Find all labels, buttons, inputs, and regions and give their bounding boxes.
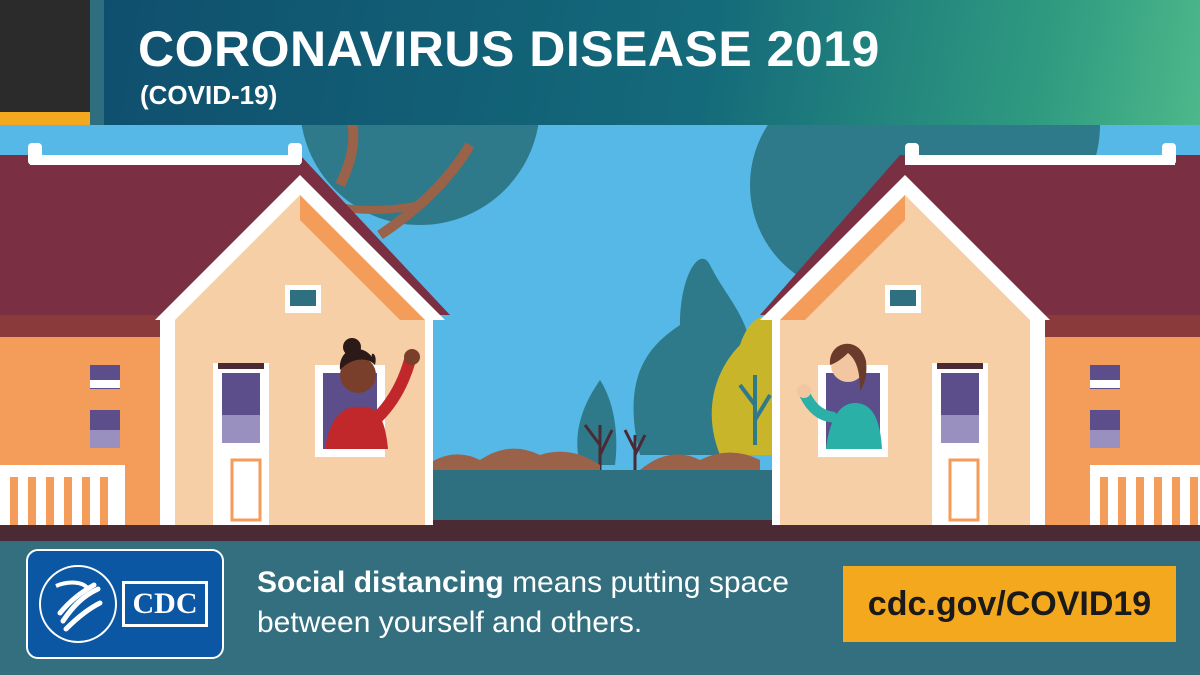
page-title: CORONAVIRUS DISEASE 2019 [138, 21, 880, 77]
cdc-logo-icon: CDC [122, 581, 208, 627]
scene-illustration [0, 125, 1200, 535]
tagline: Social distancing means putting space be… [257, 563, 817, 643]
footer-divider [0, 535, 1200, 541]
url-link[interactable]: cdc.gov/COVID19 [868, 585, 1151, 624]
page-subtitle: (COVID-19) [140, 80, 278, 110]
neighborhood-scene [0, 125, 1200, 535]
corner-dark-block [0, 0, 90, 112]
corner-accent-stripe [0, 112, 90, 125]
footer: CDC Social distancing means putting spac… [0, 535, 1200, 675]
url-badge[interactable]: cdc.gov/COVID19 [843, 566, 1176, 642]
cdc-logo-text: CDC [132, 587, 198, 620]
covid-social-distancing-graphic: CORONAVIRUS DISEASE 2019 (COVID-19) CDC … [0, 0, 1200, 675]
tagline-bold: Social distancing [257, 566, 504, 599]
